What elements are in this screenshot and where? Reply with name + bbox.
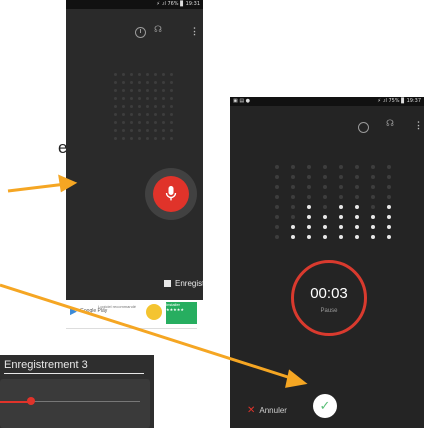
arrow-head-record bbox=[58, 174, 78, 193]
arrow-to-confirm-button bbox=[0, 283, 295, 381]
arrow-to-record-button bbox=[7, 182, 67, 193]
arrow-head-confirm bbox=[285, 369, 308, 388]
annotation-arrows bbox=[0, 174, 308, 388]
